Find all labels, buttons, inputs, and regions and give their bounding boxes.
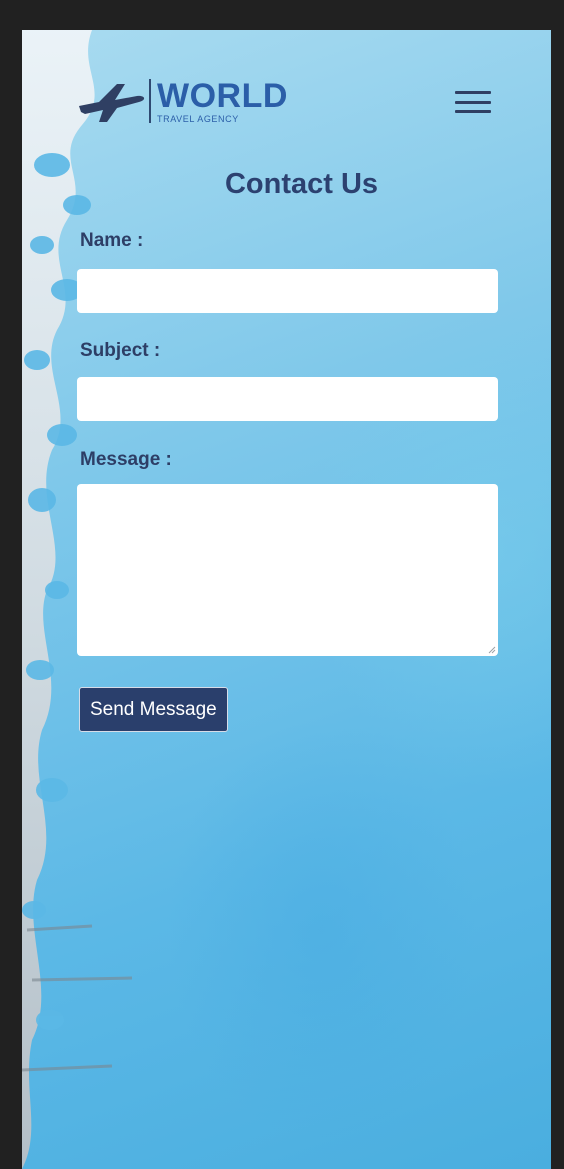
logo[interactable]: WORLD TRAVEL AGENCY bbox=[157, 79, 288, 124]
site-header: WORLD TRAVEL AGENCY bbox=[77, 78, 288, 124]
logo-title: WORLD bbox=[157, 76, 288, 115]
name-label: Name : bbox=[80, 230, 144, 251]
page-viewport: WORLD TRAVEL AGENCY Contact Us Name : Su… bbox=[22, 30, 551, 1169]
menu-line bbox=[455, 110, 491, 113]
subject-label: Subject : bbox=[80, 340, 161, 361]
airplane-icon bbox=[79, 84, 145, 122]
name-input[interactable] bbox=[77, 269, 498, 313]
subject-input[interactable] bbox=[77, 377, 498, 421]
page-title: Contact Us bbox=[224, 168, 379, 200]
resize-handle-icon[interactable] bbox=[488, 646, 496, 654]
menu-line bbox=[455, 91, 491, 94]
send-message-button[interactable]: Send Message bbox=[79, 687, 228, 732]
hamburger-icon[interactable] bbox=[454, 88, 492, 116]
message-label: Message : bbox=[80, 449, 172, 470]
logo-subtitle: TRAVEL AGENCY bbox=[157, 113, 239, 124]
message-textarea[interactable] bbox=[77, 484, 498, 656]
menu-line bbox=[455, 100, 491, 104]
logo-divider bbox=[149, 79, 151, 123]
